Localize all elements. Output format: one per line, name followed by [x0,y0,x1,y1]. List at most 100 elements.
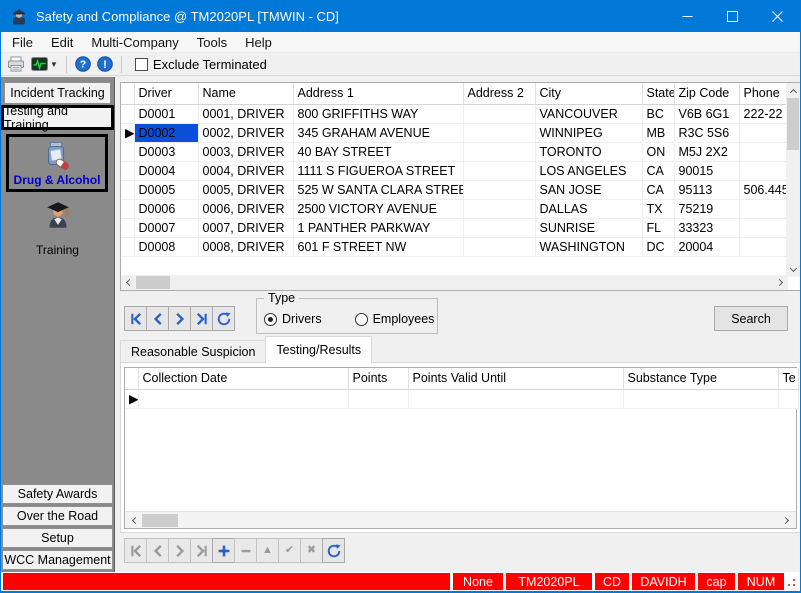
grid-cell[interactable]: D0006 [134,199,198,218]
menu-item-file[interactable]: File [3,35,42,50]
tab-reasonable-suspicion[interactable]: Reasonable Suspicion [120,340,266,363]
grid-cell[interactable] [739,218,788,237]
grid-cell[interactable]: 601 F STREET NW [293,237,463,256]
menu-item-help[interactable]: Help [236,35,281,50]
column-header-zip[interactable]: Zip Code [674,83,739,104]
grid-cell[interactable]: BC [642,104,674,123]
tab-testing-results[interactable]: Testing/Results [265,336,372,363]
grid-cell[interactable]: D0007 [134,218,198,237]
horizontal-scrollbar[interactable] [121,275,788,290]
scroll-right-arrow[interactable] [773,275,788,290]
grid-cell[interactable] [739,199,788,218]
maximize-button[interactable] [710,0,755,32]
grid-cell[interactable]: 0003, DRIVER [198,142,293,161]
grid-cell[interactable]: SUNRISE [535,218,642,237]
minimize-button[interactable] [665,0,710,32]
vertical-scrollbar[interactable] [786,83,800,277]
grid-cell[interactable]: 0007, DRIVER [198,218,293,237]
grid-cell[interactable]: 345 GRAHAM AVENUE [293,123,463,142]
nav-last-button[interactable] [190,306,213,331]
search-button[interactable]: Search [714,306,788,331]
grid-cell[interactable]: 0004, DRIVER [198,161,293,180]
grid-cell[interactable]: 75219 [674,199,739,218]
scroll-down-arrow[interactable] [786,262,800,277]
grid-cell[interactable]: D0001 [134,104,198,123]
scroll-up-arrow[interactable] [786,83,800,98]
grid-cell[interactable]: CA [642,161,674,180]
exclude-terminated-checkbox[interactable] [135,58,148,71]
grid-cell[interactable]: D0005 [134,180,198,199]
sidebar-item-over-the-road[interactable]: Over the Road [2,506,113,526]
column-header-te[interactable]: Te [778,368,798,389]
column-header-substance-type[interactable]: Substance Type [623,368,778,389]
grid-cell[interactable]: ON [642,142,674,161]
row-selector[interactable]: ▶ [125,389,138,408]
scroll-left-arrow[interactable] [127,513,142,528]
grid-cell[interactable] [463,104,535,123]
close-button[interactable] [755,0,800,32]
nav-next-button[interactable] [168,538,191,563]
column-header-state[interactable]: State [642,83,674,104]
about-button[interactable]: ! [94,54,116,75]
grid-cell[interactable]: D0002 [134,123,198,142]
grid-cell[interactable]: VANCOUVER [535,104,642,123]
grid-cell[interactable]: DALLAS [535,199,642,218]
grid-cell[interactable] [739,237,788,256]
grid-cell[interactable] [463,237,535,256]
grid-cell[interactable] [463,199,535,218]
sidebar-item-setup[interactable]: Setup [2,528,113,548]
terminal-button[interactable]: ▼ [28,54,61,75]
grid-cell[interactable] [408,389,623,408]
grid-cell[interactable]: M5J 2X2 [674,142,739,161]
grid-cell[interactable]: 506.445 [739,180,788,199]
row-selector[interactable] [121,142,134,161]
grid-cell[interactable]: D0003 [134,142,198,161]
grid-cell[interactable]: 0002, DRIVER [198,123,293,142]
sidebar-item-incident-tracking[interactable]: Incident Tracking [4,82,111,104]
grid-cell[interactable] [739,142,788,161]
nav-first-button[interactable] [124,306,147,331]
menu-item-multi-company[interactable]: Multi-Company [82,35,187,50]
column-header-collection-date[interactable]: Collection Date [138,368,348,389]
column-header-phone[interactable]: Phone [739,83,788,104]
nav-refresh-button[interactable] [212,306,235,331]
nav-refresh-button[interactable] [322,538,345,563]
table-row[interactable]: ▶D00020002, DRIVER345 GRAHAM AVENUEWINNI… [121,123,788,142]
scrollbar-thumb[interactable] [136,276,170,289]
grid-cell[interactable]: TORONTO [535,142,642,161]
grid-cell[interactable] [138,389,348,408]
grid-cell[interactable]: 0005, DRIVER [198,180,293,199]
radio-drivers[interactable]: Drivers [264,312,322,326]
scroll-right-arrow[interactable] [779,513,794,528]
nav-cancel-button[interactable]: ✖ [300,538,323,563]
sidebar-item-wcc-management[interactable]: WCC Management [2,550,113,570]
dropdown-arrow-icon[interactable]: ▼ [50,60,58,69]
column-header-address2[interactable]: Address 2 [463,83,535,104]
column-header-points-valid-until[interactable]: Points Valid Until [408,368,623,389]
scroll-left-arrow[interactable] [121,275,136,290]
sidebar-item-safety-awards[interactable]: Safety Awards [2,484,113,504]
nav-post-button[interactable]: ✔ [278,538,301,563]
table-row[interactable]: D00060006, DRIVER2500 VICTORY AVENUEDALL… [121,199,788,218]
grid-cell[interactable] [623,389,778,408]
nav-prior-button[interactable] [146,538,169,563]
sidebar-item-testing-and-training[interactable]: Testing and Training [1,105,114,130]
grid-cell[interactable] [348,389,408,408]
grid-cell[interactable]: 40 BAY STREET [293,142,463,161]
grid-cell[interactable]: DC [642,237,674,256]
column-header-driver[interactable]: Driver [134,83,198,104]
row-selector[interactable] [121,180,134,199]
grid-cell[interactable]: WASHINGTON [535,237,642,256]
grid-cell[interactable]: 525 W SANTA CLARA STREET [293,180,463,199]
radio-employees[interactable]: Employees [355,312,435,326]
grid-cell[interactable] [739,123,788,142]
row-selector[interactable] [121,237,134,256]
grid-cell[interactable] [463,161,535,180]
column-header-name[interactable]: Name [198,83,293,104]
grid-cell[interactable]: 0001, DRIVER [198,104,293,123]
table-row[interactable]: D00050005, DRIVER525 W SANTA CLARA STREE… [121,180,788,199]
grid-cell[interactable] [739,161,788,180]
nav-prior-button[interactable] [146,306,169,331]
horizontal-scrollbar[interactable] [125,511,796,528]
nav-delete-button[interactable] [234,538,257,563]
